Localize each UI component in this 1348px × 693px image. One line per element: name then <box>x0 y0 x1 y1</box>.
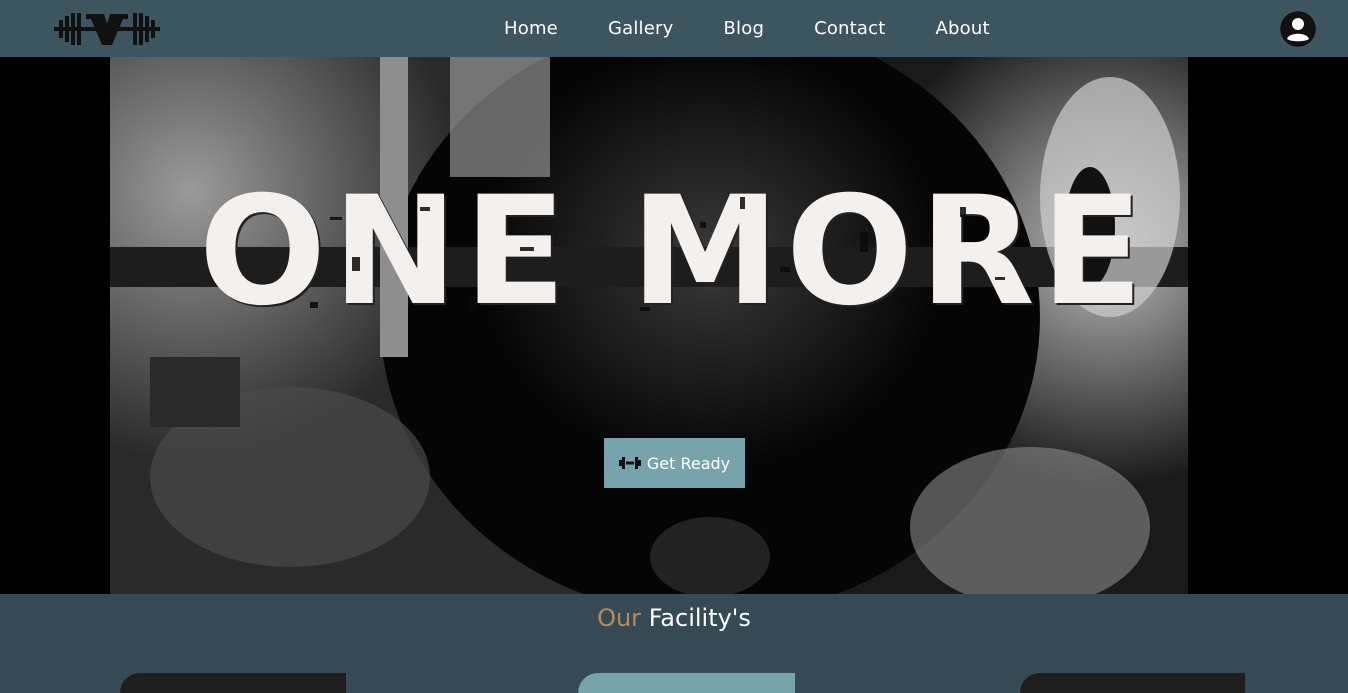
user-icon <box>1280 11 1316 47</box>
hero-section: ONE MORE Get Ready <box>0 57 1348 594</box>
facility-card-left[interactable] <box>120 673 346 693</box>
nav-link-about[interactable]: About <box>936 18 990 39</box>
get-ready-button[interactable]: Get Ready <box>604 438 745 488</box>
dumbbell-v-logo-icon[interactable] <box>54 10 160 48</box>
nav-link-gallery[interactable]: Gallery <box>608 18 674 39</box>
nav-link-blog[interactable]: Blog <box>723 18 764 39</box>
get-ready-label: Get Ready <box>646 453 731 473</box>
user-avatar[interactable] <box>1280 11 1316 47</box>
nav-links: Home Gallery Blog Contact About <box>478 0 1040 57</box>
hero-title: ONE MORE <box>198 165 1150 339</box>
facility-card-right[interactable] <box>1020 673 1245 693</box>
top-navbar: Home Gallery Blog Contact About <box>0 0 1348 57</box>
nav-link-contact[interactable]: Contact <box>814 18 885 39</box>
facilities-heading-accent: Our <box>597 604 642 632</box>
facilities-heading-rest: Facility's <box>648 604 751 632</box>
facilities-heading: Our Facility's <box>0 604 1348 632</box>
facility-card-center[interactable] <box>578 673 795 693</box>
dumbbell-icon <box>618 457 641 469</box>
nav-link-home[interactable]: Home <box>504 18 558 39</box>
